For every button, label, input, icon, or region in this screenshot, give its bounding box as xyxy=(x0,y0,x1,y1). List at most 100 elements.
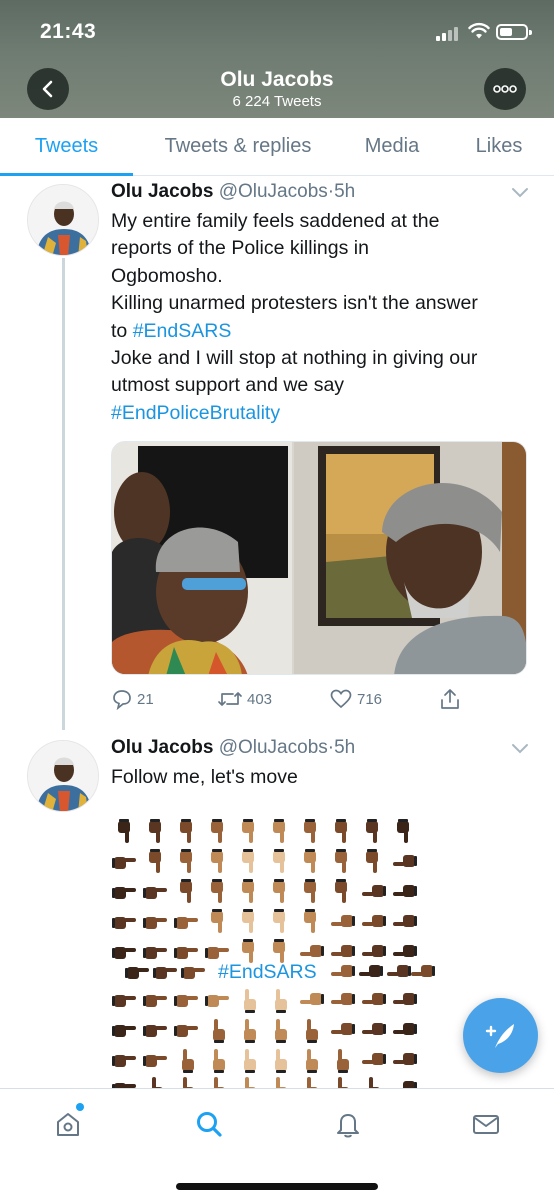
share-button[interactable] xyxy=(439,684,465,714)
author-name[interactable]: Olu Jacobs xyxy=(111,181,213,202)
avatar[interactable] xyxy=(27,740,99,812)
author-name[interactable]: Olu Jacobs xyxy=(111,737,213,758)
emoji-cell xyxy=(297,848,325,876)
pointing-hand-emoji xyxy=(244,989,256,1013)
pointing-hand-emoji xyxy=(180,849,192,873)
tweet-text-fragment: to xyxy=(111,319,133,342)
more-options-button[interactable] xyxy=(484,68,526,110)
emoji-cell xyxy=(142,818,170,846)
nav-search[interactable] xyxy=(192,1107,226,1141)
pointing-hand-emoji xyxy=(211,909,223,933)
emoji-cell xyxy=(359,1046,387,1074)
emoji-cell xyxy=(142,848,170,876)
pointing-hand-emoji xyxy=(362,1053,386,1065)
pointing-hand-emoji xyxy=(112,1025,136,1037)
pointing-hand-emoji xyxy=(125,967,149,979)
chevron-down-icon[interactable] xyxy=(510,186,530,200)
emoji-row xyxy=(111,1016,451,1044)
pointing-hand-emoji xyxy=(213,1019,225,1043)
emoji-cell xyxy=(408,958,436,986)
tweet-text: Follow me, let's move xyxy=(111,764,531,791)
chevron-down-icon[interactable] xyxy=(510,742,530,756)
pointing-hand-emoji xyxy=(275,1049,287,1073)
emoji-cell xyxy=(235,986,263,1014)
tab-likes[interactable]: Likes xyxy=(462,118,536,176)
emoji-cell xyxy=(111,908,139,936)
home-notification-dot xyxy=(76,1103,84,1111)
emoji-cell xyxy=(328,958,356,986)
pointing-hand-emoji xyxy=(335,879,347,903)
tweet-count: 6 224 Tweets xyxy=(232,93,322,110)
emoji-row xyxy=(111,878,451,906)
tweet-header: Olu Jacobs @OluJacobs·5h xyxy=(111,737,355,759)
emoji-cell xyxy=(111,1046,139,1074)
emoji-cell xyxy=(235,908,263,936)
tab-tweets[interactable]: Tweets xyxy=(0,118,133,176)
emoji-row xyxy=(111,986,451,1014)
profile-name: Olu Jacobs xyxy=(220,68,334,91)
tab-media[interactable]: Media xyxy=(350,118,434,176)
emoji-cell xyxy=(235,818,263,846)
tab-tweets-replies[interactable]: Tweets & replies xyxy=(140,118,336,176)
emoji-cell xyxy=(142,1046,170,1074)
avatar[interactable] xyxy=(27,184,99,256)
pointing-hand-emoji xyxy=(273,849,285,873)
pointing-hand-emoji xyxy=(149,849,161,873)
reply-button[interactable]: 21 xyxy=(111,684,154,714)
pointing-hand-emoji xyxy=(331,993,355,1005)
emoji-cell xyxy=(173,1016,201,1044)
emoji-cell xyxy=(390,1046,418,1074)
nav-home[interactable] xyxy=(51,1107,85,1141)
emoji-cell xyxy=(204,1016,232,1044)
retweet-button[interactable]: 403 xyxy=(217,684,272,714)
tweet-photo[interactable] xyxy=(111,441,527,675)
emoji-cell xyxy=(235,848,263,876)
tweet-header: Olu Jacobs @OluJacobs·5h xyxy=(111,181,355,203)
bell-icon xyxy=(337,1114,359,1138)
emoji-cell xyxy=(173,818,201,846)
pointing-hand-emoji xyxy=(242,909,254,933)
nav-notifications[interactable] xyxy=(331,1107,365,1141)
pointing-hand-emoji xyxy=(335,819,347,843)
pointing-hand-emoji xyxy=(393,993,417,1005)
emoji-cell xyxy=(204,908,232,936)
pointing-hand-emoji xyxy=(112,887,136,899)
pointing-hand-emoji xyxy=(304,879,316,903)
emoji-cell xyxy=(359,1016,387,1044)
pointing-hand-emoji xyxy=(362,885,386,897)
pointing-hand-emoji xyxy=(112,1055,136,1067)
pointing-hand-emoji xyxy=(174,917,198,929)
pointing-hand-emoji xyxy=(331,965,355,977)
nav-messages[interactable] xyxy=(469,1107,503,1141)
emoji-cell xyxy=(173,878,201,906)
share-icon xyxy=(441,689,459,709)
pointing-hand-emoji xyxy=(112,857,136,869)
emoji-cell xyxy=(204,818,232,846)
pointing-hand-emoji xyxy=(143,917,167,929)
hashtag-endsars[interactable]: #EndSARS xyxy=(218,958,317,986)
compose-tweet-button[interactable] xyxy=(463,998,538,1073)
like-button[interactable]: 716 xyxy=(329,684,382,714)
retweet-count: 403 xyxy=(247,690,273,708)
emoji-row xyxy=(111,848,451,876)
pointing-hand-emoji xyxy=(306,1019,318,1043)
home-indicator xyxy=(176,1183,378,1190)
hashtag-endsars[interactable]: #EndSARS xyxy=(133,320,232,342)
emoji-cell xyxy=(142,878,170,906)
hashtag-endpolicebrutality[interactable]: #EndPoliceBrutality xyxy=(111,400,531,427)
pointing-hand-emoji xyxy=(180,879,192,903)
pointing-hand-emoji xyxy=(362,1023,386,1035)
emoji-cell xyxy=(111,1016,139,1044)
emoji-cell xyxy=(142,908,170,936)
pointing-hand-emoji xyxy=(306,1049,318,1073)
ellipsis-icon xyxy=(493,85,517,93)
tweet-text: My entire family feels saddened at the r… xyxy=(111,208,531,427)
author-handle[interactable]: @OluJacobs xyxy=(219,181,328,202)
emoji-cell xyxy=(359,818,387,846)
author-handle[interactable]: @OluJacobs xyxy=(219,737,328,758)
battery-icon xyxy=(496,24,532,40)
emoji-cell xyxy=(204,878,232,906)
home-icon xyxy=(57,1113,79,1136)
pointing-hand-emoji xyxy=(211,879,223,903)
emoji-cell xyxy=(328,908,356,936)
